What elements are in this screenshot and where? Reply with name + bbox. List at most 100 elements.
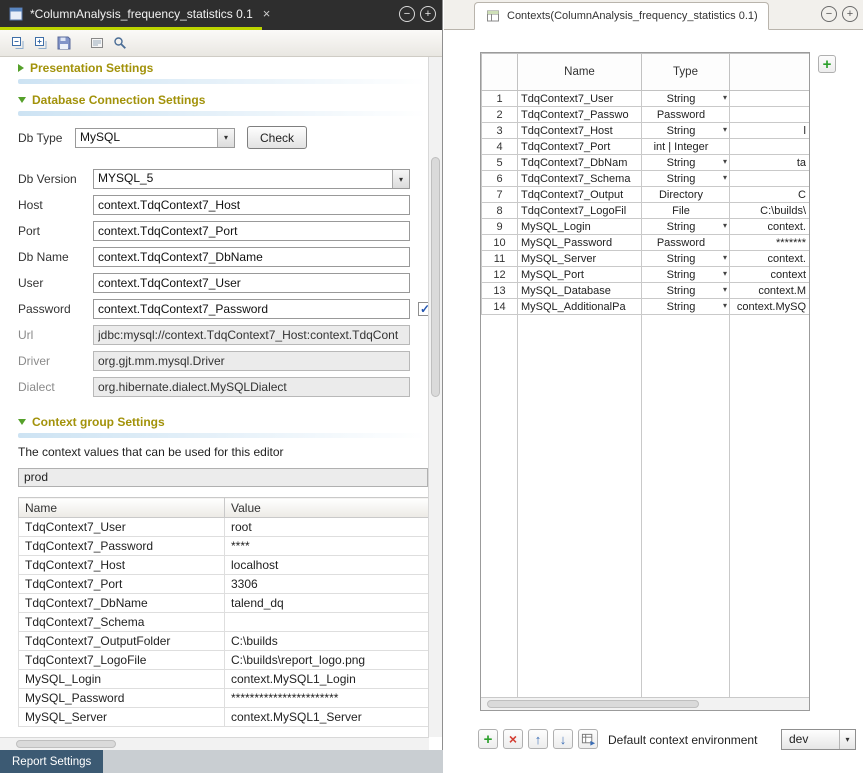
maximize-icon[interactable]: + [842, 6, 858, 22]
context-value-row[interactable]: TdqContext7_Userroot [19, 518, 429, 537]
column-header-value[interactable]: Value [225, 498, 429, 518]
variable-name-cell[interactable]: TdqContext7_Passwo [518, 107, 642, 123]
variable-name-cell[interactable]: TdqContext7_LogoFil [518, 203, 642, 219]
variable-value-cell[interactable] [730, 91, 810, 107]
environment-select[interactable]: dev ▾ [781, 729, 856, 750]
variable-value-cell[interactable]: C:\builds\ [730, 203, 810, 219]
variable-value-cell[interactable]: context [730, 267, 810, 283]
variable-type-cell[interactable]: File [642, 203, 730, 219]
move-down-button[interactable]: ↓ [553, 729, 573, 749]
variable-value-cell[interactable] [730, 171, 810, 187]
variable-type-cell[interactable]: String▾ [642, 267, 730, 283]
save-icon[interactable] [56, 35, 72, 51]
variable-value-cell[interactable]: context.M [730, 283, 810, 299]
search-icon[interactable] [112, 35, 128, 51]
chevron-down-icon[interactable]: ▾ [723, 269, 727, 278]
context-variable-row[interactable]: 13MySQL_DatabaseString▾context.M [482, 283, 810, 299]
minimize-icon[interactable]: − [399, 6, 415, 22]
collapse-all-icon[interactable] [10, 35, 26, 51]
variable-name-cell[interactable]: TdqContext7_Port [518, 139, 642, 155]
horizontal-scrollbar[interactable] [0, 737, 429, 750]
variable-name-cell[interactable]: TdqContext7_Schema [518, 171, 642, 187]
variable-type-cell[interactable]: String▾ [642, 123, 730, 139]
db-version-select[interactable]: MYSQL_5 ▾ [93, 169, 410, 189]
variable-type-cell[interactable]: Directory [642, 187, 730, 203]
add-button[interactable]: + [478, 729, 498, 749]
variable-name-cell[interactable]: MySQL_Login [518, 219, 642, 235]
variable-value-cell[interactable] [730, 139, 810, 155]
user-input[interactable] [93, 273, 410, 293]
variable-type-cell[interactable]: Password [642, 107, 730, 123]
section-database-connection-settings[interactable]: Database Connection Settings [18, 91, 429, 109]
column-header-type[interactable]: Type [642, 54, 730, 91]
variable-value-cell[interactable] [730, 107, 810, 123]
variable-name-cell[interactable]: TdqContext7_DbNam [518, 155, 642, 171]
variable-type-cell[interactable]: String▾ [642, 171, 730, 187]
maximize-icon[interactable]: + [420, 6, 436, 22]
scrollbar-thumb[interactable] [16, 740, 116, 748]
variable-name-cell[interactable]: TdqContext7_Output [518, 187, 642, 203]
variable-value-cell[interactable]: ta [730, 155, 810, 171]
table-horizontal-scrollbar[interactable] [481, 697, 809, 710]
port-input[interactable] [93, 221, 410, 241]
chevron-down-icon[interactable]: ▾ [723, 157, 727, 166]
chevron-down-icon[interactable]: ▾ [723, 285, 727, 294]
section-presentation-settings[interactable]: Presentation Settings [18, 59, 429, 77]
variable-type-cell[interactable]: String▾ [642, 251, 730, 267]
context-value-row[interactable]: TdqContext7_Port3306 [19, 575, 429, 594]
context-value-row[interactable]: MySQL_Password*********************** [19, 689, 429, 708]
context-value-row[interactable]: TdqContext7_Hostlocalhost [19, 556, 429, 575]
chevron-down-icon[interactable]: ▾ [723, 301, 727, 310]
password-input[interactable] [93, 299, 410, 319]
tab-contexts[interactable]: Contexts(ColumnAnalysis_frequency_statis… [474, 2, 769, 30]
context-variable-row[interactable]: 1TdqContext7_UserString▾ [482, 91, 810, 107]
variable-type-cell[interactable]: String▾ [642, 299, 730, 315]
column-header-name[interactable]: Name [19, 498, 225, 518]
context-variable-row[interactable]: 2TdqContext7_PasswoPassword [482, 107, 810, 123]
variable-type-cell[interactable]: int | Integer [642, 139, 730, 155]
variable-name-cell[interactable]: TdqContext7_Host [518, 123, 642, 139]
host-input[interactable] [93, 195, 410, 215]
variable-name-cell[interactable]: MySQL_Port [518, 267, 642, 283]
db-name-input[interactable] [93, 247, 410, 267]
context-variable-row[interactable]: 14MySQL_AdditionalPaString▾context.MySQ [482, 299, 810, 315]
context-value-row[interactable]: MySQL_Logincontext.MySQL1_Login [19, 670, 429, 689]
context-variable-row[interactable]: 6TdqContext7_SchemaString▾ [482, 171, 810, 187]
context-variable-row[interactable]: 11MySQL_ServerString▾context. [482, 251, 810, 267]
variable-name-cell[interactable]: MySQL_Server [518, 251, 642, 267]
variable-value-cell[interactable]: ******* [730, 235, 810, 251]
chevron-down-icon[interactable]: ▾ [723, 93, 727, 102]
column-header-value[interactable] [730, 54, 810, 91]
check-button[interactable]: Check [247, 126, 307, 149]
variable-value-cell[interactable]: C [730, 187, 810, 203]
remove-button[interactable]: × [503, 729, 523, 749]
column-header-name[interactable]: Name [518, 54, 642, 91]
variable-name-cell[interactable]: MySQL_Password [518, 235, 642, 251]
context-variable-row[interactable]: 9MySQL_LoginString▾context. [482, 219, 810, 235]
context-value-row[interactable]: TdqContext7_Password**** [19, 537, 429, 556]
context-variable-row[interactable]: 3TdqContext7_HostString▾l [482, 123, 810, 139]
context-variable-row[interactable]: 12MySQL_PortString▾context [482, 267, 810, 283]
report-icon[interactable] [89, 35, 105, 51]
context-value-row[interactable]: TdqContext7_Schema [19, 613, 429, 632]
add-variable-button[interactable]: + [818, 55, 836, 73]
context-value-row[interactable]: TdqContext7_LogoFileC:\builds\report_log… [19, 651, 429, 670]
chevron-down-icon[interactable]: ▾ [723, 125, 727, 134]
variable-name-cell[interactable]: TdqContext7_User [518, 91, 642, 107]
close-icon[interactable]: × [263, 6, 271, 21]
variable-type-cell[interactable]: Password [642, 235, 730, 251]
chevron-down-icon[interactable]: ▾ [723, 221, 727, 230]
expand-all-icon[interactable] [33, 35, 49, 51]
context-value-row[interactable]: MySQL_Servercontext.MySQL1_Server [19, 708, 429, 727]
variable-value-cell[interactable]: context.MySQ [730, 299, 810, 315]
vertical-scrollbar[interactable] [428, 57, 442, 737]
variable-type-cell[interactable]: String▾ [642, 283, 730, 299]
chevron-down-icon[interactable]: ▾ [723, 173, 727, 182]
editor-tab[interactable]: *ColumnAnalysis_frequency_statistics 0.1… [0, 0, 442, 27]
context-value-row[interactable]: TdqContext7_OutputFolderC:\builds [19, 632, 429, 651]
scrollbar-thumb[interactable] [487, 700, 699, 708]
tab-report-settings[interactable]: Report Settings [0, 750, 103, 773]
context-group-name-field[interactable]: prod [18, 468, 428, 487]
variable-type-cell[interactable]: String▾ [642, 91, 730, 107]
context-variable-row[interactable]: 4TdqContext7_Portint | Integer [482, 139, 810, 155]
